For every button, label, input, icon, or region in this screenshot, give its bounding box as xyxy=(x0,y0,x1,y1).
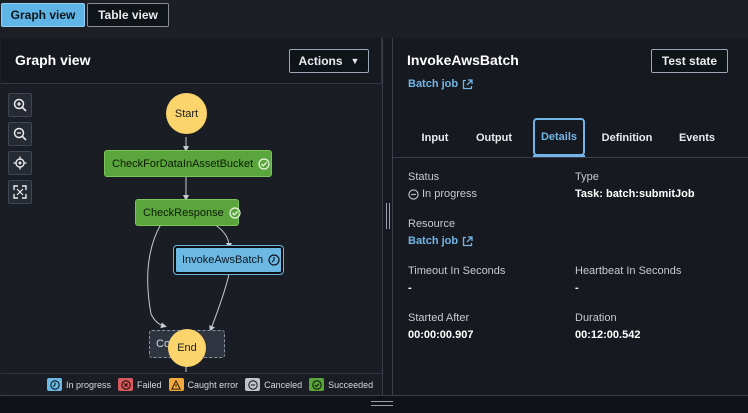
duration-value: 00:12:00.542 xyxy=(575,329,641,341)
resource-label: Resource xyxy=(408,218,456,230)
node-check-for-data[interactable]: CheckForDataInAssetBucket xyxy=(104,150,272,177)
legend-caught-error: Caught error xyxy=(168,378,239,391)
graph-panel-header: Graph view Actions ▼ xyxy=(1,38,381,84)
caret-down-icon: ▼ xyxy=(350,56,360,66)
failed-icon xyxy=(118,378,134,391)
table-view-toggle[interactable]: Table view xyxy=(87,3,169,27)
legend-failed: Failed xyxy=(118,378,162,391)
type-label: Type xyxy=(575,171,599,183)
batch-job-link[interactable]: Batch job xyxy=(408,78,473,90)
started-after-value: 00:00:00.907 xyxy=(408,329,474,341)
legend-label: Caught error xyxy=(187,379,239,390)
heartbeat-label: Heartbeat In Seconds xyxy=(575,265,682,277)
status-label: Status xyxy=(408,171,440,183)
graph-view-toggle[interactable]: Graph view xyxy=(1,3,85,27)
external-link-icon xyxy=(462,78,473,90)
in-progress-icon xyxy=(47,378,62,391)
graph-panel-title: Graph view xyxy=(15,52,91,68)
timeout-label: Timeout In Seconds xyxy=(408,265,506,277)
start-node-label: Start xyxy=(174,107,199,120)
details-tabs: Input Output Details Definition Events xyxy=(393,118,748,158)
tab-output[interactable]: Output xyxy=(469,118,519,158)
state-details-panel: InvokeAwsBatch Test state Batch job Inpu… xyxy=(393,38,748,395)
start-node[interactable]: Start xyxy=(166,93,207,134)
legend-label: Canceled xyxy=(264,379,303,390)
resource-link[interactable]: Batch job xyxy=(408,235,473,247)
tab-events[interactable]: Events xyxy=(673,118,721,158)
succeeded-icon xyxy=(309,378,325,391)
duration-label: Duration xyxy=(575,312,617,324)
test-state-button[interactable]: Test state xyxy=(651,49,728,73)
legend-succeeded: Succeeded xyxy=(309,378,373,391)
view-toggle: Graph view Table view xyxy=(0,0,748,38)
tab-definition[interactable]: Definition xyxy=(599,118,655,158)
end-node[interactable]: End xyxy=(168,329,206,367)
drag-handle-icon xyxy=(371,401,393,406)
canceled-icon xyxy=(245,378,261,391)
batch-job-link-label: Batch job xyxy=(408,78,459,90)
legend-label: In progress xyxy=(66,379,112,390)
legend-canceled: Canceled xyxy=(245,378,302,391)
resource-link-text: Batch job xyxy=(408,235,459,247)
node-invoke-aws-batch-label: InvokeAwsBatch xyxy=(182,254,264,266)
node-check-for-data-label: CheckForDataInAssetBucket xyxy=(112,157,254,170)
succeeded-icon xyxy=(229,206,241,219)
heartbeat-value: - xyxy=(575,282,579,294)
actions-button[interactable]: Actions ▼ xyxy=(289,49,369,73)
external-link-icon xyxy=(462,235,473,247)
tab-input[interactable]: Input xyxy=(407,118,463,158)
warning-icon xyxy=(168,378,184,391)
in-progress-icon xyxy=(268,254,280,266)
status-legend: In progress Failed Caught error Canceled… xyxy=(1,373,382,395)
panel-resize-handle[interactable] xyxy=(382,38,393,395)
state-title: InvokeAwsBatch xyxy=(407,52,519,68)
status-value-text: In progress xyxy=(422,188,478,200)
end-node-label: End xyxy=(177,342,197,354)
started-after-label: Started After xyxy=(408,312,470,324)
node-invoke-aws-batch[interactable]: InvokeAwsBatch xyxy=(173,245,284,275)
node-check-response-label: CheckResponse xyxy=(143,206,224,219)
status-value: In progress xyxy=(408,188,477,200)
tab-details[interactable]: Details xyxy=(533,118,585,157)
timeout-value: - xyxy=(408,282,412,294)
succeeded-icon xyxy=(258,157,270,170)
bottom-resize-bar[interactable] xyxy=(0,395,748,413)
legend-in-progress: In progress xyxy=(47,378,111,391)
actions-label: Actions xyxy=(298,54,343,68)
type-value: Task: batch:submitJob xyxy=(575,188,695,200)
node-check-response[interactable]: CheckResponse xyxy=(135,199,241,226)
drag-handle-icon xyxy=(386,203,390,229)
graph-panel: Graph view Actions ▼ Start CheckForDataI… xyxy=(1,38,382,395)
legend-label: Failed xyxy=(137,379,162,390)
legend-label: Succeeded xyxy=(328,379,374,390)
in-progress-icon xyxy=(408,188,419,200)
